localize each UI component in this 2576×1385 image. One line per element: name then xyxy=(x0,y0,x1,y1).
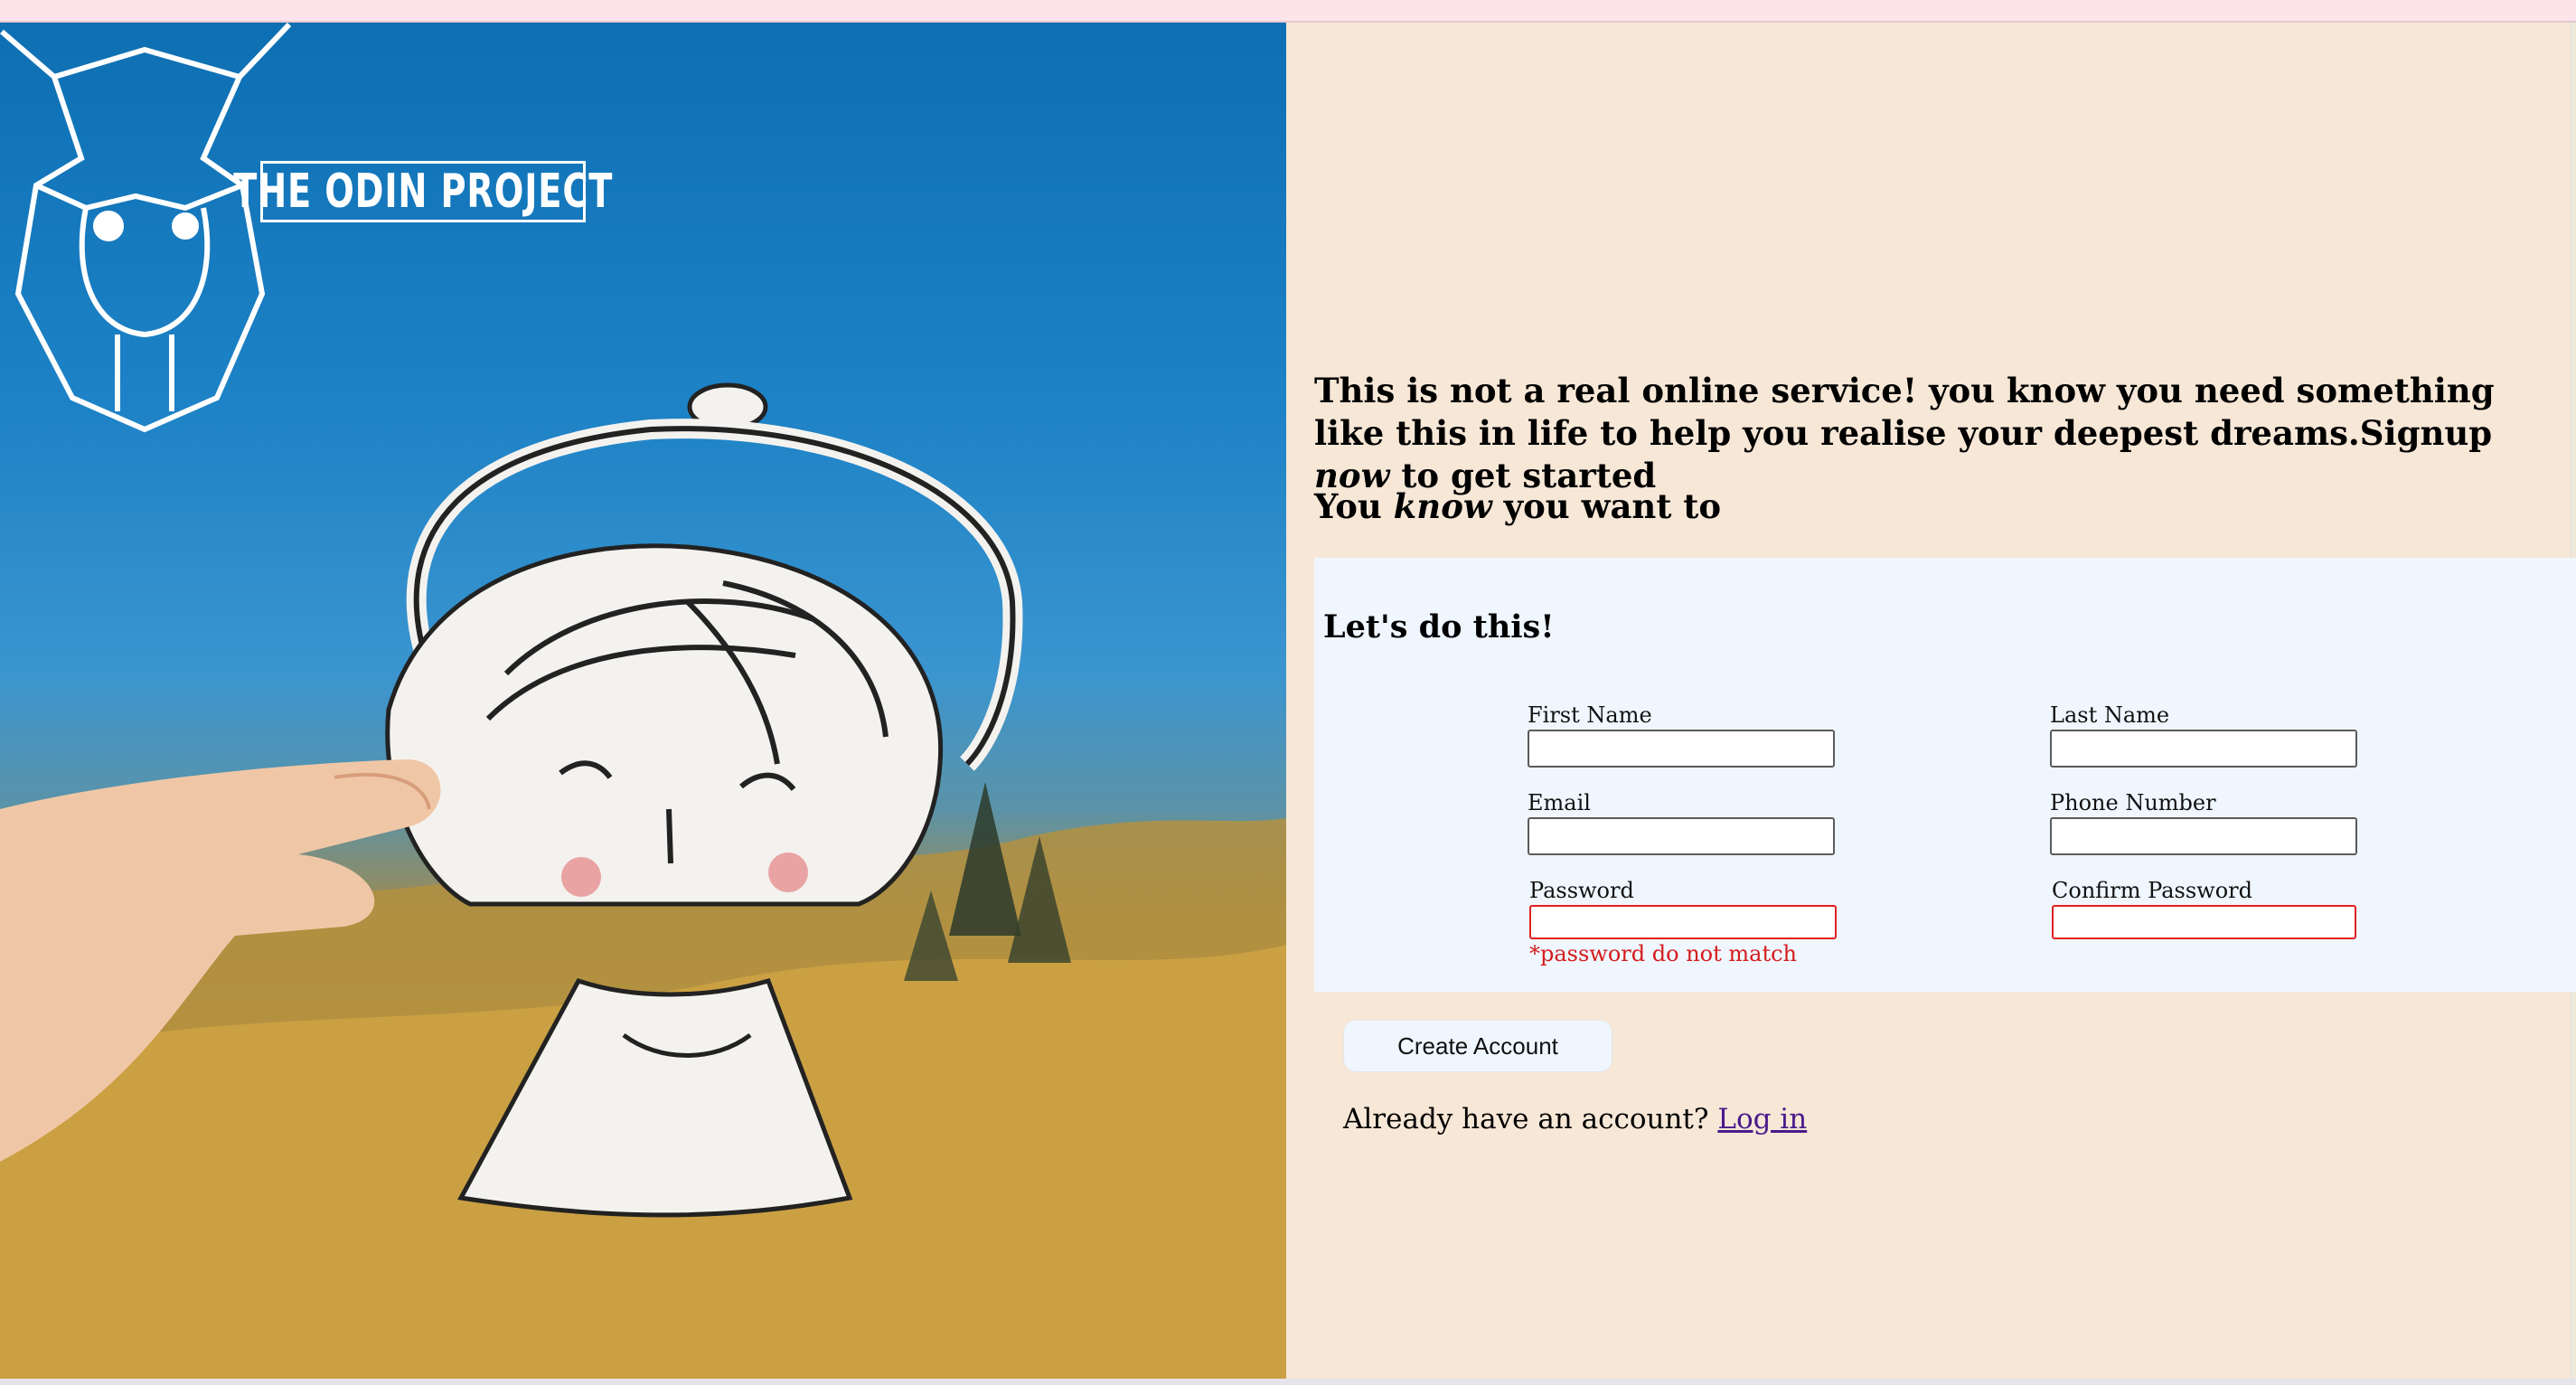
last-name-field: Last Name xyxy=(2050,702,2357,768)
confirm-password-field: Confirm Password xyxy=(2052,878,2356,939)
phone-input[interactable] xyxy=(2050,817,2357,855)
email-input[interactable] xyxy=(1528,817,1835,855)
phone-label: Phone Number xyxy=(2050,790,2216,815)
confirm-password-label: Confirm Password xyxy=(2052,878,2252,903)
first-name-label: First Name xyxy=(1528,702,1652,728)
browser-tab-strip xyxy=(0,0,2576,23)
tagline-emphasis: know xyxy=(1393,486,1492,526)
brand-logo-box: THE ODIN PROJECT xyxy=(233,161,612,222)
login-prompt-text: Already have an account? xyxy=(1343,1103,1709,1135)
odin-logo xyxy=(0,23,292,433)
first-name-input[interactable] xyxy=(1528,730,1835,768)
intro-part1: This is not a real online service! you k… xyxy=(1314,371,2495,453)
tagline-part2: you want to xyxy=(1491,486,1722,526)
hero-illustration xyxy=(0,23,1286,1379)
hero-image: THE ODIN PROJECT xyxy=(0,23,1286,1379)
email-field: Email xyxy=(1528,790,1835,855)
tagline-part1: You xyxy=(1314,486,1394,526)
login-prompt: Already have an account? Log in xyxy=(1343,1103,1807,1135)
first-name-field: First Name xyxy=(1528,702,1835,768)
password-label: Password xyxy=(1529,878,1634,903)
phone-field: Phone Number xyxy=(2050,790,2357,855)
brand-name: THE ODIN PROJECT xyxy=(232,165,614,219)
create-account-button[interactable]: Create Account xyxy=(1343,1020,1612,1072)
last-name-input[interactable] xyxy=(2050,730,2357,768)
form-heading: Let's do this! xyxy=(1323,608,1555,645)
password-error-message: *password do not match xyxy=(1529,941,1797,966)
login-link[interactable]: Log in xyxy=(1717,1103,1807,1135)
signup-form: Let's do this! First Name Last Name Emai… xyxy=(1314,558,2576,992)
email-label: Email xyxy=(1528,790,1591,815)
password-field: Password *password do not match xyxy=(1529,878,1837,966)
confirm-password-input[interactable] xyxy=(2052,905,2356,939)
password-input[interactable] xyxy=(1529,905,1837,939)
window-bottom-edge xyxy=(0,1379,2576,1385)
last-name-label: Last Name xyxy=(2050,702,2170,728)
intro-text: This is not a real online service! you k… xyxy=(1314,370,2543,497)
tagline: You know you want to xyxy=(1314,484,1721,529)
